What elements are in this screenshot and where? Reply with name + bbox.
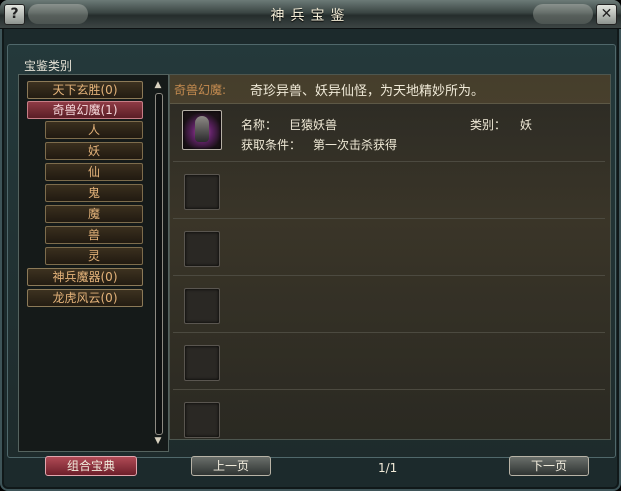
entry-obtain-value: 第一次击杀获得	[313, 138, 398, 152]
combine-codex-button[interactable]: 组合宝典	[45, 456, 137, 476]
subcategory-yao[interactable]: 妖	[45, 142, 143, 160]
subcategory-ren[interactable]: 人	[45, 121, 143, 139]
entry-type-value: 妖	[520, 118, 533, 132]
subcategory-shou[interactable]: 兽	[45, 226, 143, 244]
category-qishou-selected[interactable]: 奇兽幻魔(1)	[27, 101, 143, 119]
empty-slot	[184, 345, 220, 381]
entry-row-empty	[173, 161, 605, 219]
empty-slot	[184, 288, 220, 324]
entry-name-value: 巨猿妖兽	[289, 118, 338, 132]
detail-header-title: 奇兽幻魔:	[174, 83, 227, 97]
subcategory-gui[interactable]: 鬼	[45, 184, 143, 202]
entry-row-empty	[173, 218, 605, 276]
entry-type-label: 类别：	[470, 118, 507, 132]
help-icon[interactable]: ?	[4, 4, 25, 25]
category-longhu[interactable]: 龙虎风云(0)	[27, 289, 143, 307]
scroll-track[interactable]	[155, 93, 163, 435]
entry-row-empty	[173, 332, 605, 390]
empty-slot	[184, 174, 220, 210]
category-shenbing[interactable]: 神兵魔器(0)	[27, 268, 143, 286]
scroll-down-icon[interactable]: ▼	[153, 435, 163, 447]
close-icon[interactable]: ✕	[596, 4, 617, 25]
next-page-button[interactable]: 下一页	[509, 456, 589, 476]
creature-portrait-figure	[195, 116, 209, 142]
title-bar[interactable]: 神兵宝鉴 ? ✕	[0, 0, 621, 29]
entry-obtain-label: 获取条件：	[241, 138, 302, 152]
categories-heading: 宝鉴类别	[24, 59, 73, 73]
category-scrollbar[interactable]: ▲ ▼	[153, 79, 163, 447]
empty-slot	[184, 402, 220, 438]
prev-page-button[interactable]: 上一页	[191, 456, 271, 476]
detail-panel: 奇兽幻魔: 奇珍异兽、妖异仙怪，为天地精妙所为。 名称： 巨猿妖兽 类别： 妖 …	[169, 74, 611, 440]
subcategory-xian[interactable]: 仙	[45, 163, 143, 181]
detail-header: 奇兽幻魔: 奇珍异兽、妖异仙怪，为天地精妙所为。	[170, 75, 610, 104]
category-tianxia[interactable]: 天下玄胜(0)	[27, 81, 143, 99]
entry-row-empty	[173, 389, 605, 446]
entry-name-label: 名称：	[241, 118, 278, 132]
subcategory-ling[interactable]: 灵	[45, 247, 143, 265]
empty-slot	[184, 231, 220, 267]
page-indicator: 1/1	[378, 461, 398, 475]
entry-row-empty	[173, 275, 605, 333]
detail-header-description: 奇珍异兽、妖异仙怪，为天地精妙所为。	[250, 84, 485, 99]
bestiary-window: 神兵宝鉴 ? ✕ 宝鉴类别 天下玄胜(0) 奇兽幻魔(1) 人 妖 仙 鬼 魔 …	[0, 0, 621, 491]
entry-row[interactable]: 名称： 巨猿妖兽 类别： 妖 获取条件： 第一次击杀获得	[173, 104, 605, 162]
category-list: 天下玄胜(0) 奇兽幻魔(1) 人 妖 仙 鬼 魔 兽 灵 神兵魔器(0) 龙虎…	[18, 74, 169, 452]
creature-portrait[interactable]	[182, 110, 222, 150]
window-title: 神兵宝鉴	[270, 8, 351, 24]
subcategory-mo[interactable]: 魔	[45, 205, 143, 223]
scroll-up-icon[interactable]: ▲	[153, 79, 163, 91]
